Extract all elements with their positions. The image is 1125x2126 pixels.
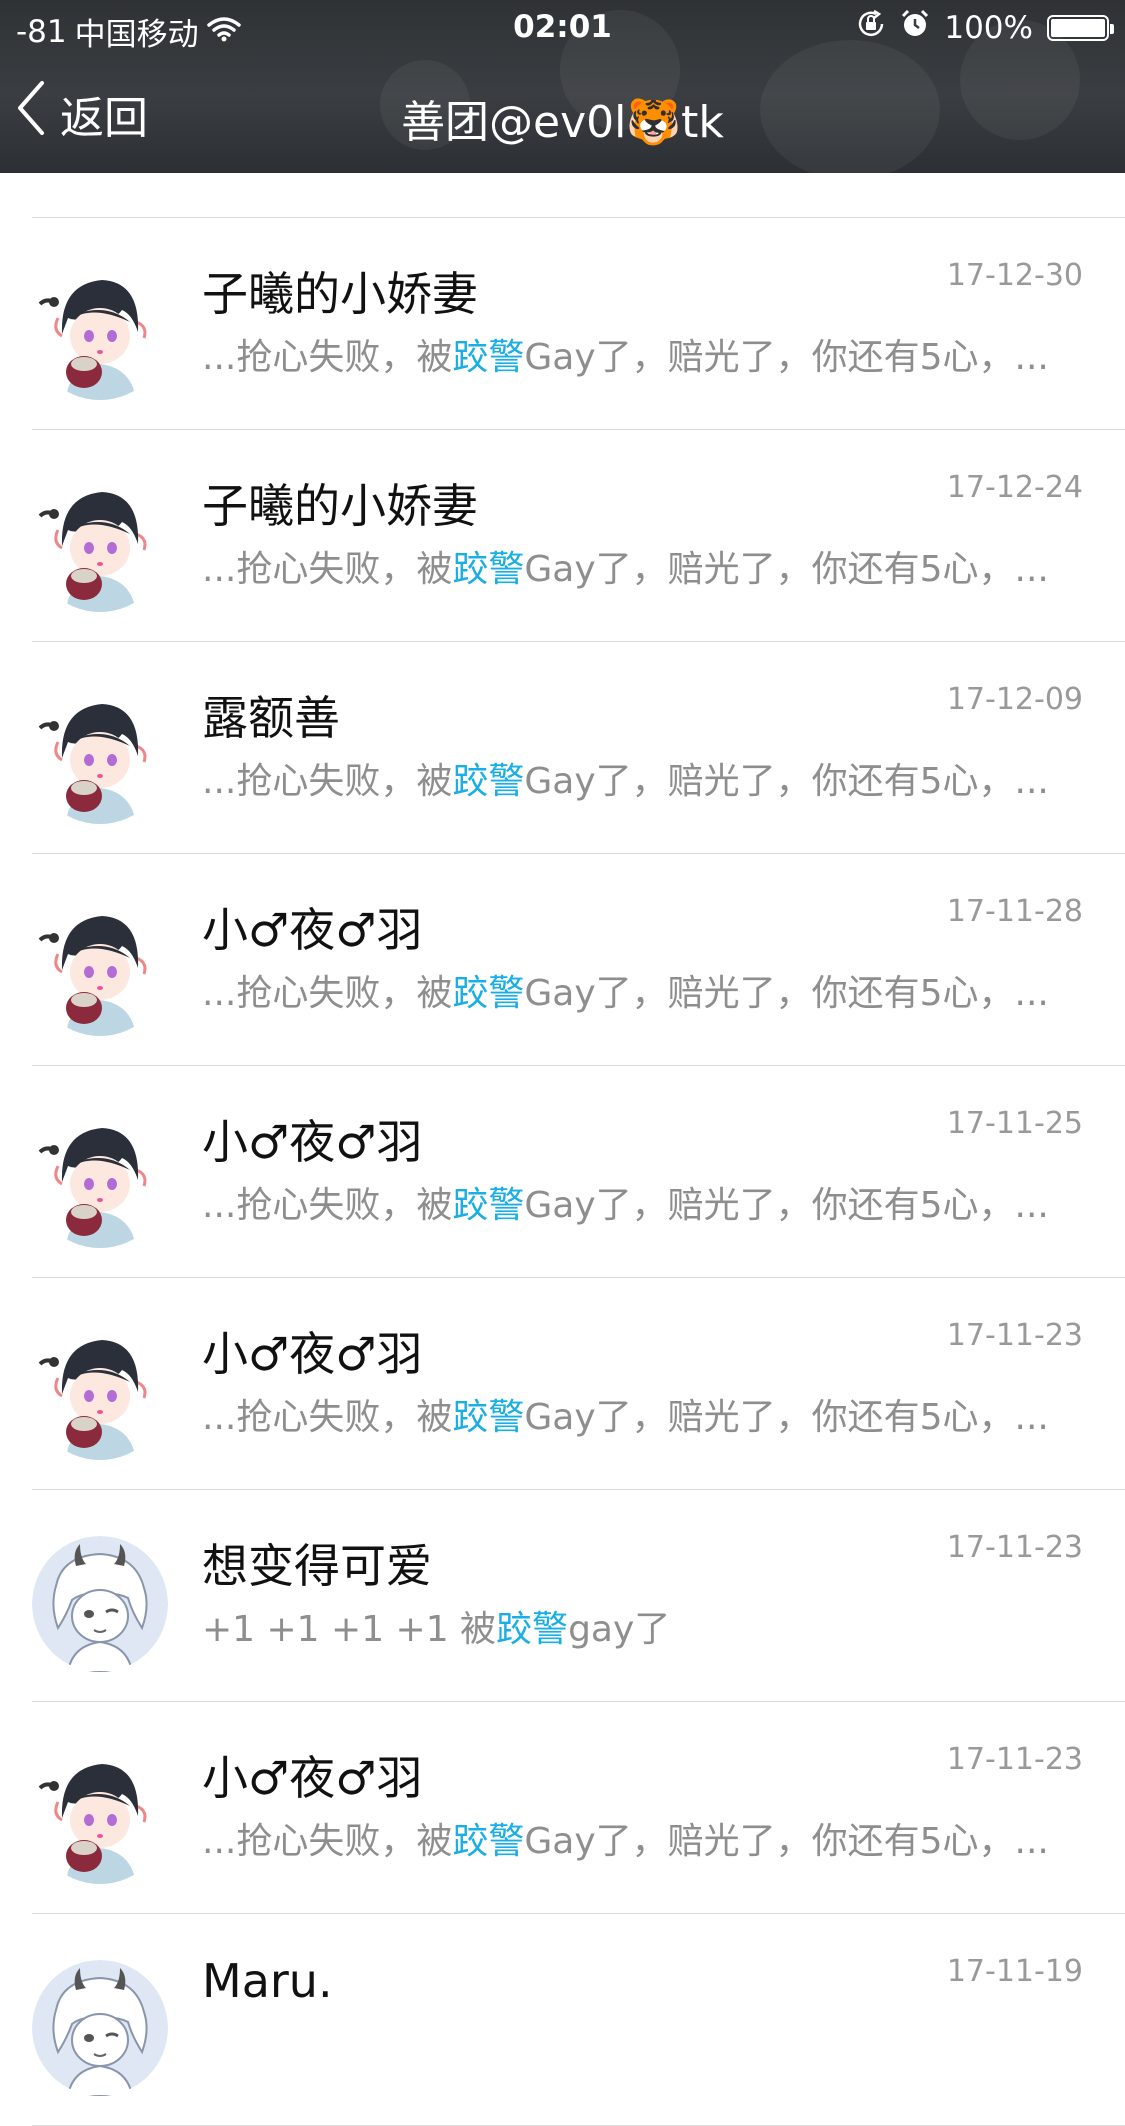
snippet-prefix: +1 +1 +1 +1 被	[202, 1609, 497, 1650]
page-title: 善团@ev0l🐯tk	[401, 97, 724, 148]
snippet-suffix: Gay了，赔光了，你还有5心，...	[524, 337, 1049, 378]
snippet-keyword: 跤警	[452, 973, 525, 1014]
snippet-keyword: 跤警	[452, 761, 525, 802]
message-snippet: +1 +1 +1 +1 被跤警gay了	[202, 1600, 670, 1652]
message-date: 17-12-09	[946, 682, 1083, 717]
message-row[interactable]: 小♂夜♂羽 17-11-23 ...抢心失败，被跤警Gay了，赔光了，你还有5心，.…	[0, 1702, 1125, 1914]
alarm-icon	[900, 9, 930, 47]
message-row[interactable]: 想变得可爱 17-11-23 +1 +1 +1 +1 被跤警gay了	[0, 1490, 1125, 1702]
rotation-lock-icon	[856, 9, 886, 47]
snippet-suffix: Gay了，赔光了，你还有5心，...	[524, 761, 1049, 802]
message-row[interactable]: 露额善 17-12-09 ...抢心失败，被跤警Gay了，赔光了，你还有5心，...	[0, 642, 1125, 854]
snippet-prefix: ...抢心失败，被	[202, 1185, 453, 1226]
snippet-prefix: ...抢心失败，被	[202, 337, 453, 378]
sender-name: 子曦的小娇妻	[202, 267, 478, 321]
snippet-keyword: 跤警	[452, 337, 525, 378]
battery-level	[1051, 19, 1105, 37]
avatar[interactable]	[32, 900, 168, 1036]
message-snippet: ...抢心失败，被跤警Gay了，赔光了，你还有5心，...	[202, 752, 1049, 804]
sender-name: 子曦的小娇妻	[202, 479, 478, 533]
snippet-suffix: gay了	[568, 1609, 671, 1650]
snippet-keyword: 跤警	[452, 1397, 525, 1438]
sender-name: 小♂夜♂羽	[202, 1327, 423, 1381]
snippet-keyword: 跤警	[452, 1185, 525, 1226]
snippet-suffix: Gay了，赔光了，你还有5心，...	[524, 1821, 1049, 1862]
sender-name: 想变得可爱	[202, 1539, 432, 1593]
message-snippet: ...抢心失败，被跤警Gay了，赔光了，你还有5心，...	[202, 328, 1049, 380]
message-date: 17-11-23	[946, 1318, 1083, 1353]
snippet-prefix: ...抢心失败，被	[202, 973, 453, 1014]
message-row[interactable]: 子曦的小娇妻 17-12-24 ...抢心失败，被跤警Gay了，赔光了，你还有5心，…	[0, 430, 1125, 642]
snippet-prefix: ...抢心失败，被	[202, 549, 453, 590]
sender-name: 小♂夜♂羽	[202, 903, 423, 957]
message-snippet: ...抢心失败，被跤警Gay了，赔光了，你还有5心，...	[202, 540, 1049, 592]
battery-percent: 100%	[944, 10, 1033, 46]
status-right: 100%	[856, 9, 1114, 47]
message-snippet: ...抢心失败，被跤警Gay了，赔光了，你还有5心，...	[202, 1812, 1049, 1864]
sender-name: 露额善	[202, 691, 340, 745]
snippet-suffix: Gay了，赔光了，你还有5心，...	[524, 1185, 1049, 1226]
message-snippet: ...抢心失败，被跤警Gay了，赔光了，你还有5心，...	[202, 964, 1049, 1016]
message-date: 17-12-30	[946, 258, 1083, 293]
message-row[interactable]: 子曦的小娇妻 17-12-30 ...抢心失败，被跤警Gay了，赔光了，你还有5心，…	[0, 218, 1125, 430]
nav-bar: 返回 善团@ev0l🐯tk	[0, 56, 1125, 173]
message-date: 17-11-23	[946, 1530, 1083, 1565]
snippet-suffix: Gay了，赔光了，你还有5心，...	[524, 973, 1049, 1014]
message-snippet: ...抢心失败，被跤警Gay了，赔光了，你还有5心，...	[202, 1388, 1049, 1440]
message-date: 17-11-28	[946, 894, 1083, 929]
message-snippet: ...抢心失败，被跤警Gay了，赔光了，你还有5心，...	[202, 1176, 1049, 1228]
sender-name: 小♂夜♂羽	[202, 1751, 423, 1805]
avatar[interactable]	[32, 476, 168, 612]
snippet-suffix: Gay了，赔光了，你还有5心，...	[524, 1397, 1049, 1438]
message-row[interactable]: Maru. 17-11-19	[0, 1914, 1125, 2126]
snippet-keyword: 跤警	[452, 1821, 525, 1862]
avatar[interactable]	[32, 1536, 168, 1672]
avatar[interactable]	[32, 688, 168, 824]
avatar[interactable]	[32, 264, 168, 400]
message-row[interactable]: 小♂夜♂羽 17-11-28 ...抢心失败，被跤警Gay了，赔光了，你还有5心，.…	[0, 854, 1125, 1066]
battery-icon	[1047, 15, 1114, 41]
snippet-prefix: ...抢心失败，被	[202, 761, 453, 802]
snippet-suffix: Gay了，赔光了，你还有5心，...	[524, 549, 1049, 590]
message-row[interactable]: 小♂夜♂羽 17-11-25 ...抢心失败，被跤警Gay了，赔光了，你还有5心，.…	[0, 1066, 1125, 1278]
header: -81 中国移动 02:01 100% 返回 善团@ev0l🐯tk	[0, 0, 1125, 173]
avatar[interactable]	[32, 1748, 168, 1884]
snippet-keyword: 跤警	[496, 1609, 569, 1650]
snippet-keyword: 跤警	[452, 549, 525, 590]
status-bar: -81 中国移动 02:01 100%	[0, 0, 1125, 56]
snippet-prefix: ...抢心失败，被	[202, 1821, 453, 1862]
sender-name: 小♂夜♂羽	[202, 1115, 423, 1169]
snippet-prefix: ...抢心失败，被	[202, 1397, 453, 1438]
message-date: 17-11-23	[946, 1742, 1083, 1777]
avatar[interactable]	[32, 1112, 168, 1248]
avatar[interactable]	[32, 1960, 168, 2096]
avatar[interactable]	[32, 1324, 168, 1460]
message-date: 17-11-19	[946, 1954, 1083, 1989]
message-date: 17-12-24	[946, 470, 1083, 505]
message-row[interactable]: 小♂夜♂羽 17-11-23 ...抢心失败，被跤警Gay了，赔光了，你还有5心，.…	[0, 1278, 1125, 1490]
message-date: 17-11-25	[946, 1106, 1083, 1141]
